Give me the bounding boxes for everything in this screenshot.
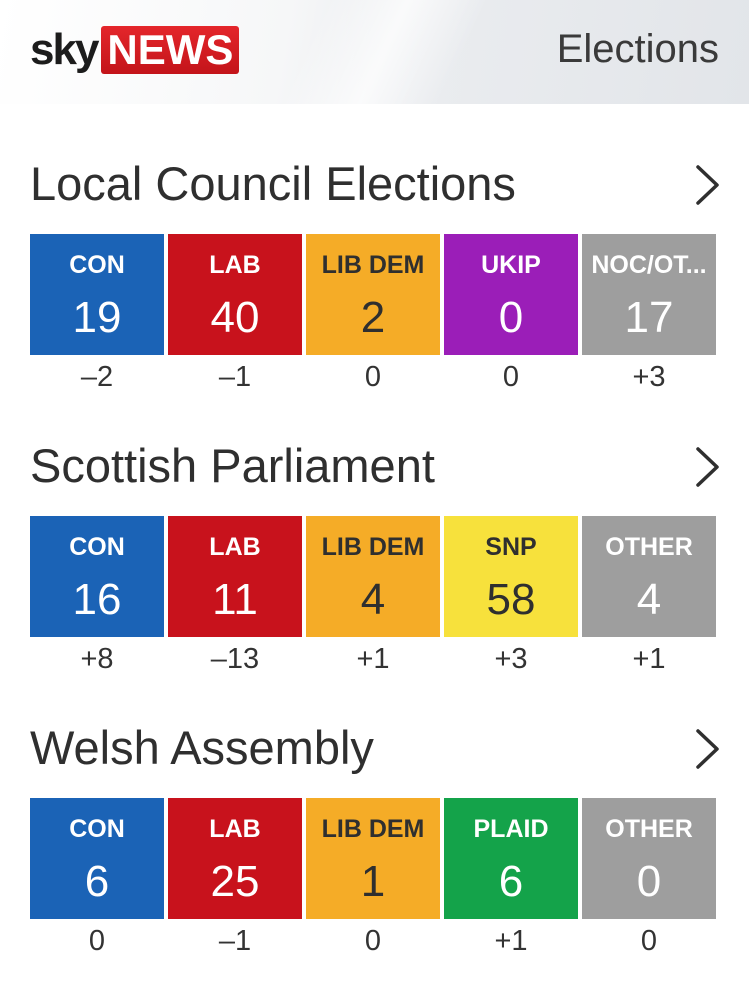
seat-change: 0: [364, 925, 382, 957]
party-tile[interactable]: SNP 58: [444, 516, 578, 637]
party-label: LAB: [209, 251, 261, 279]
seat-changes: –2 –1 0 0 +3: [30, 358, 716, 396]
app-header: sky NEWS Elections: [0, 0, 749, 104]
section-title: Welsh Assembly: [30, 721, 374, 774]
seat-change: –1: [218, 361, 252, 393]
seat-changes: +8 –13 +1 +3 +1: [30, 640, 716, 678]
party-tile[interactable]: LIB DEM 1: [306, 798, 440, 919]
chevron-right-icon[interactable]: [695, 728, 721, 770]
seat-count: 17: [624, 293, 674, 342]
party-tile[interactable]: CON 16: [30, 516, 164, 637]
party-tile[interactable]: NOC/OT... 17: [582, 234, 716, 355]
seat-count: 40: [210, 293, 260, 342]
seat-count: 2: [360, 293, 386, 342]
seat-count: 16: [72, 575, 122, 624]
party-tile[interactable]: OTHER 4: [582, 516, 716, 637]
seat-count: 0: [498, 293, 524, 342]
seat-count: 19: [72, 293, 122, 342]
seat-change: +3: [494, 643, 528, 675]
seat-change: +1: [494, 925, 528, 957]
party-label: LIB DEM: [321, 815, 425, 843]
seat-changes: 0 –1 0 +1 0: [30, 922, 716, 960]
seat-change: +8: [80, 643, 114, 675]
logo-sky-text: sky: [30, 25, 99, 74]
header-sheen: [244, 0, 516, 104]
seat-change: +1: [632, 643, 666, 675]
seat-count: 6: [498, 857, 524, 906]
seat-count: 1: [360, 857, 386, 906]
seat-change: +3: [632, 361, 666, 393]
party-tiles: CON 19 LAB 40 LIB DEM 2 UKIP 0 NOC/OT... 17: [30, 234, 716, 355]
seat-count: 6: [84, 857, 110, 906]
seat-count: 4: [360, 575, 386, 624]
party-tile[interactable]: LAB 25: [168, 798, 302, 919]
party-label: CON: [69, 815, 125, 843]
party-tile[interactable]: OTHER 0: [582, 798, 716, 919]
party-label: PLAID: [473, 815, 549, 843]
logo-news-text: NEWS: [101, 26, 240, 74]
party-tiles: CON 16 LAB 11 LIB DEM 4 SNP 58 OTHER 4: [30, 516, 716, 637]
seat-count: 0: [636, 857, 662, 906]
party-tile[interactable]: LIB DEM 2: [306, 234, 440, 355]
sky-news-logo[interactable]: sky NEWS: [30, 24, 240, 74]
seat-change: –2: [80, 361, 114, 393]
party-label: LIB DEM: [321, 251, 425, 279]
party-label: OTHER: [605, 533, 693, 561]
party-label: NOC/OT...: [591, 251, 707, 279]
chevron-right-icon[interactable]: [695, 446, 721, 488]
party-tile[interactable]: CON 19: [30, 234, 164, 355]
seat-count: 58: [486, 575, 536, 624]
party-tile[interactable]: LIB DEM 4: [306, 516, 440, 637]
party-label: UKIP: [481, 251, 541, 279]
seat-count: 4: [636, 575, 662, 624]
party-label: OTHER: [605, 815, 693, 843]
section-title: Local Council Elections: [30, 157, 516, 210]
chevron-right-icon[interactable]: [695, 164, 721, 206]
party-tile[interactable]: PLAID 6: [444, 798, 578, 919]
party-label: LAB: [209, 815, 261, 843]
party-label: LIB DEM: [321, 533, 425, 561]
party-tile[interactable]: UKIP 0: [444, 234, 578, 355]
seat-change: –1: [218, 925, 252, 957]
party-tile[interactable]: LAB 40: [168, 234, 302, 355]
party-tiles: CON 6 LAB 25 LIB DEM 1 PLAID 6 OTHER 0: [30, 798, 716, 919]
party-tile[interactable]: CON 6: [30, 798, 164, 919]
party-label: CON: [69, 251, 125, 279]
seat-change: –13: [210, 643, 260, 675]
seat-count: 25: [210, 857, 260, 906]
party-label: CON: [69, 533, 125, 561]
seat-change: +1: [356, 643, 390, 675]
seat-count: 11: [212, 575, 258, 624]
party-label: SNP: [485, 533, 537, 561]
seat-change: 0: [640, 925, 658, 957]
seat-change: 0: [88, 925, 106, 957]
party-tile[interactable]: LAB 11: [168, 516, 302, 637]
section-title: Scottish Parliament: [30, 439, 435, 492]
party-label: LAB: [209, 533, 261, 561]
page-title: Elections: [556, 27, 719, 71]
seat-change: 0: [502, 361, 520, 393]
seat-change: 0: [364, 361, 382, 393]
